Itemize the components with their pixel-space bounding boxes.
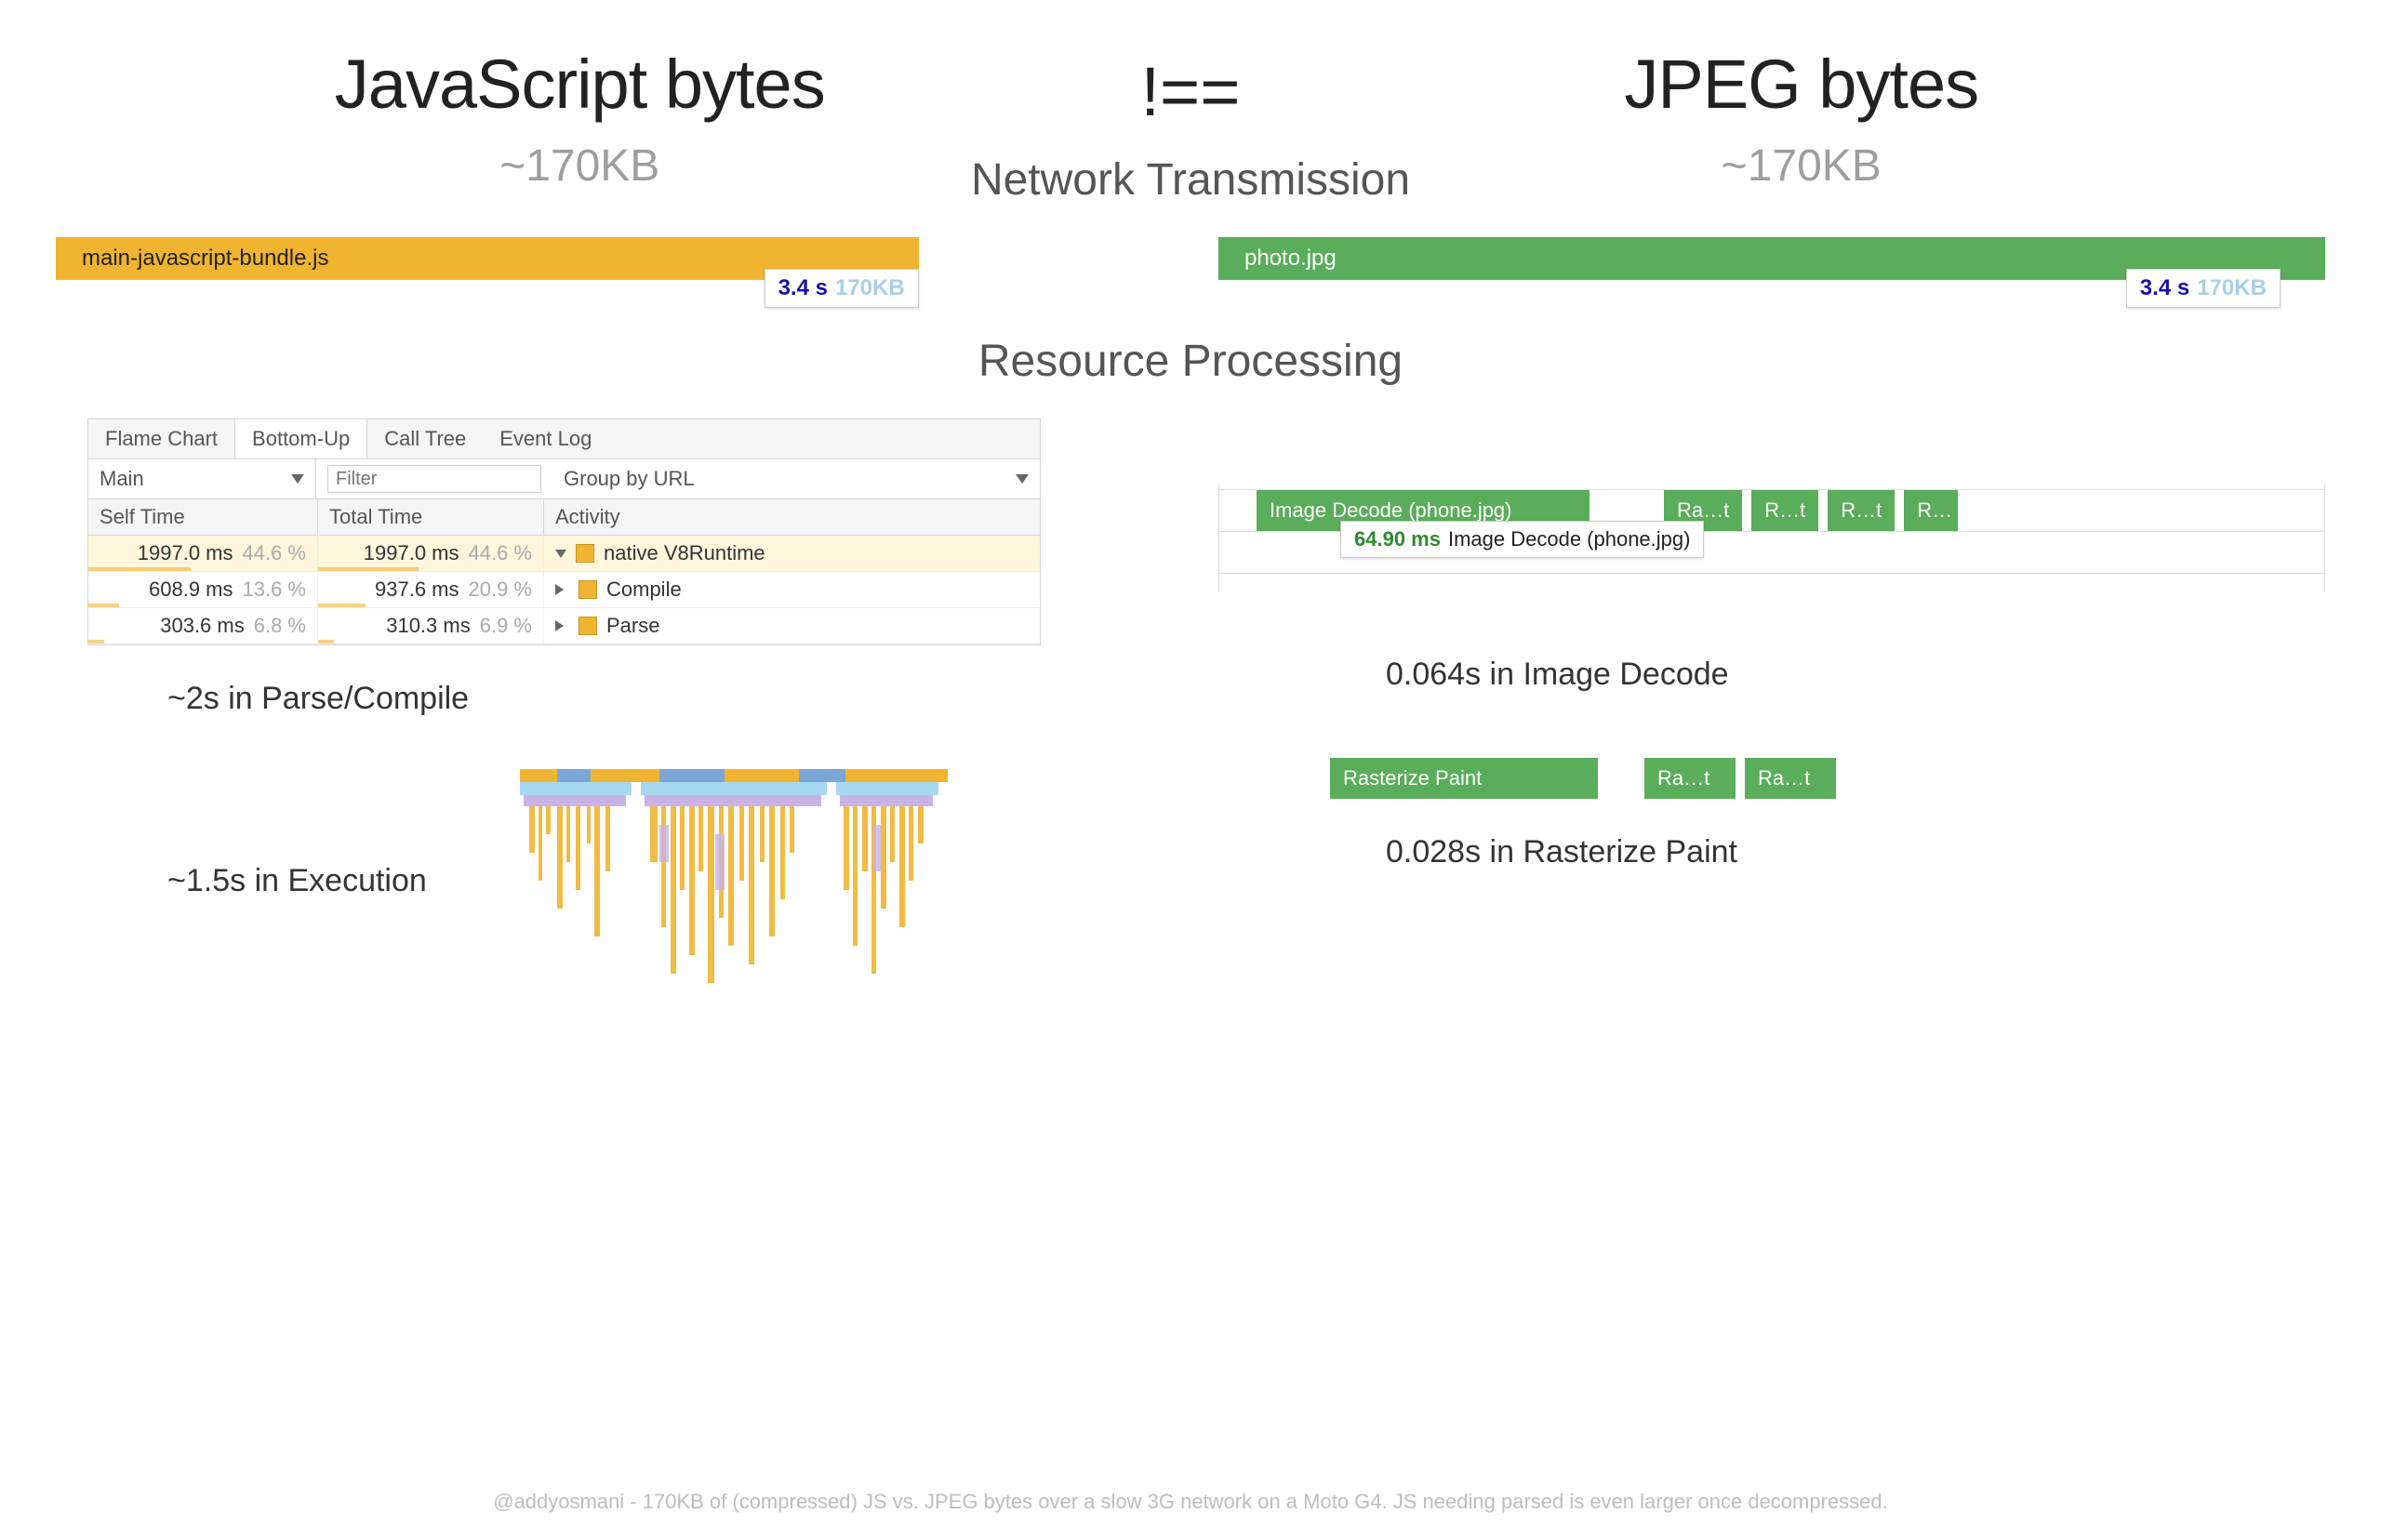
tab-call-tree[interactable]: Call Tree (367, 419, 483, 458)
table-row[interactable]: 303.6 ms6.8 % 310.3 ms6.9 % Parse (88, 608, 1040, 644)
trace-tooltip: 64.90 ms Image Decode (phone.jpg) (1340, 521, 1704, 558)
table-row[interactable]: 608.9 ms13.6 % 937.6 ms20.9 % Compile (88, 572, 1040, 608)
script-chip-icon (576, 544, 594, 563)
takeaway-execution: ~1.5s in Execution (167, 863, 427, 899)
rasterize-trace: Rasterize Paint Ra…t Ra…t (1330, 758, 1994, 799)
section-processing: Resource Processing (56, 336, 2325, 387)
expand-icon[interactable] (555, 620, 569, 631)
network-row: main-javascript-bundle.js 3.4 s170KB pho… (56, 237, 2325, 280)
not-equal-operator: !== (1141, 52, 1241, 131)
thread-select-label: Main (100, 467, 144, 491)
col-total-time: Total Time (318, 499, 544, 535)
trace-segment: Rasterize Paint (1330, 758, 1598, 799)
trace-segment: R…t (1828, 490, 1895, 531)
network-js: main-javascript-bundle.js 3.4 s170KB (56, 237, 1163, 280)
expand-icon[interactable] (555, 550, 566, 558)
network-size-jpeg: 170KB (2197, 275, 2267, 300)
takeaway-raster: 0.028s in Rasterize Paint (1386, 834, 2325, 870)
network-tooltip-jpeg: 3.4 s 170KB (2126, 269, 2281, 308)
tab-bottom-up[interactable]: Bottom-Up (234, 419, 367, 458)
devtools-panel: Flame Chart Bottom-Up Call Tree Event Lo… (87, 418, 1041, 645)
network-size-js: 170KB (835, 275, 905, 300)
network-jpeg: photo.jpg 3.4 s170KB (1218, 237, 2325, 280)
script-chip-icon (579, 617, 597, 635)
flame-chart-thumbnail (520, 769, 948, 992)
trace-segment: Ra…t (1644, 758, 1736, 799)
size-js: ~170KB (56, 140, 1104, 192)
trace-tooltip-ms: 64.90 ms (1354, 527, 1441, 551)
takeaway-parse-compile: ~2s in Parse/Compile (167, 681, 1163, 717)
takeaway-decode: 0.064s in Image Decode (1386, 657, 2325, 693)
trace-tooltip-label: Image Decode (phone.jpg) (1448, 527, 1691, 551)
trace-segment: Ra…t (1745, 758, 1836, 799)
filter-input[interactable] (327, 465, 541, 493)
script-chip-icon (579, 580, 597, 599)
col-self-time: Self Time (88, 499, 318, 535)
trace-segment: R…t (1751, 490, 1818, 531)
size-jpeg: ~170KB (1278, 140, 2326, 192)
trace-segment: R… (1904, 490, 1958, 531)
image-decode-trace: Image Decode (phone.jpg) Ra…t R…t R…t R…… (1218, 484, 2325, 591)
network-tooltip-js: 3.4 s 170KB (765, 269, 919, 308)
group-by-label: Group by URL (564, 467, 695, 491)
network-time-js: 3.4 s (778, 275, 828, 300)
tab-event-log[interactable]: Event Log (483, 419, 608, 458)
title-js: JavaScript bytes (56, 45, 1104, 124)
thread-select[interactable]: Main (88, 459, 316, 498)
table-row[interactable]: 1997.0 ms44.6 % 1997.0 ms44.6 % native V… (88, 536, 1040, 572)
credit-line: @addyosmani - 170KB of (compressed) JS v… (0, 1490, 2381, 1514)
title-jpeg: JPEG bytes (1278, 45, 2326, 124)
network-time-jpeg: 3.4 s (2140, 275, 2189, 300)
chevron-down-icon (291, 474, 304, 484)
col-activity: Activity (544, 499, 1040, 535)
group-by-select[interactable]: Group by URL (552, 459, 1040, 498)
devtools-tabs: Flame Chart Bottom-Up Call Tree Event Lo… (88, 419, 1040, 459)
chevron-down-icon (1016, 474, 1029, 484)
tab-flame-chart[interactable]: Flame Chart (88, 419, 234, 458)
expand-icon[interactable] (555, 584, 569, 595)
